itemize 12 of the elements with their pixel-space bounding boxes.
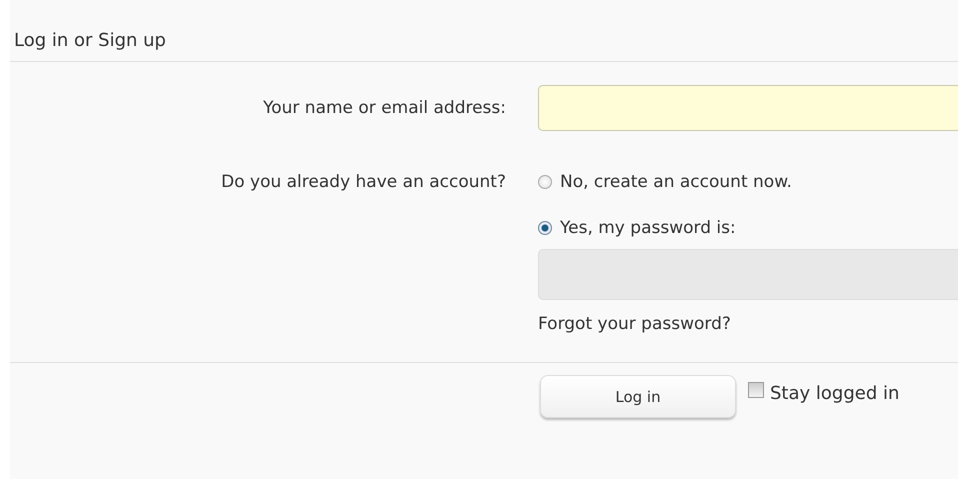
form-title: Log in or Sign up bbox=[14, 30, 166, 51]
field-label: Your name or email address: bbox=[262, 98, 506, 118]
forgot-password-link[interactable]: Forgot your password? bbox=[538, 313, 731, 335]
login-button[interactable]: Log in bbox=[540, 375, 736, 418]
radio-option[interactable]: Yes, my password is: bbox=[538, 217, 958, 239]
name-input-field[interactable] bbox=[538, 85, 958, 131]
radio-icon[interactable] bbox=[538, 221, 552, 235]
radio-icon[interactable] bbox=[538, 175, 552, 189]
field-label: Do you already have an account? bbox=[220, 171, 506, 194]
checkbox-label[interactable]: Stay logged in bbox=[770, 383, 900, 405]
checkbox[interactable] bbox=[748, 382, 764, 398]
radio-option[interactable]: No, create an account now. bbox=[538, 171, 958, 193]
